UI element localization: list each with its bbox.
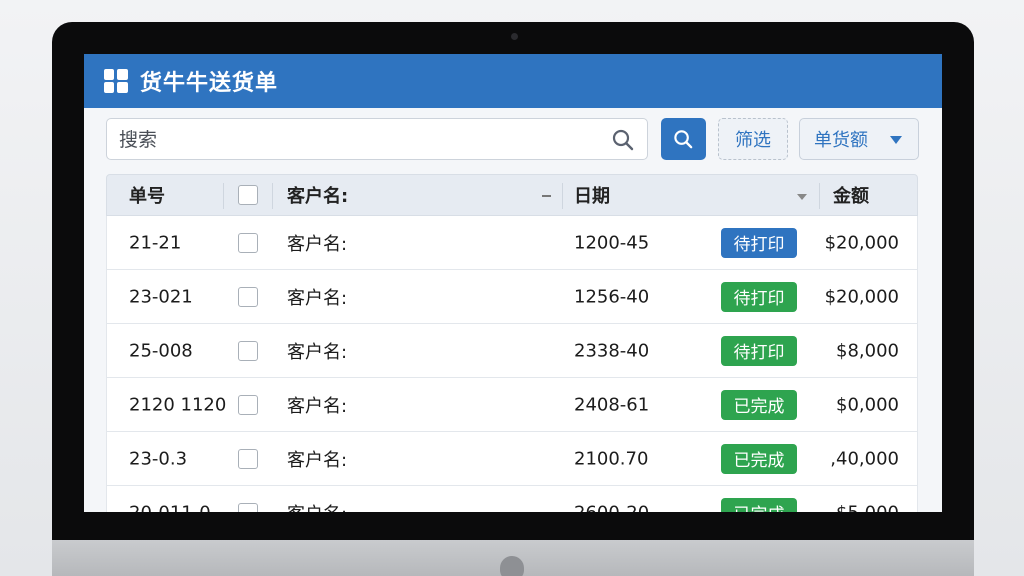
column-divider (562, 183, 563, 209)
header-date[interactable]: 日期 (574, 182, 610, 208)
amount-select-label: 单货额 (814, 130, 868, 151)
customer-name: 客户名: (287, 341, 348, 363)
order-date: 1256-40 (574, 286, 650, 307)
customer-name: 客户名: (287, 287, 348, 309)
row-checkbox[interactable] (238, 448, 258, 469)
orders-table: 单号 客户名: 日期 金额 21-21 客户名: 1200-45 待打印 $20… (106, 174, 918, 512)
order-amount: $5,000 (836, 502, 899, 512)
row-checkbox[interactable] (238, 340, 258, 361)
apple-logo-icon (500, 556, 524, 576)
search-box[interactable] (106, 118, 648, 160)
table-row[interactable]: 21-21 客户名: 1200-45 待打印 $20,000 (106, 216, 918, 270)
row-checkbox[interactable] (238, 394, 258, 415)
order-amount: $8,000 (836, 340, 899, 361)
select-all-checkbox[interactable] (238, 185, 258, 205)
row-checkbox[interactable] (238, 286, 258, 307)
status-badge: 已完成 (721, 389, 797, 420)
column-divider (272, 183, 273, 209)
customer-name: 客户名: (287, 449, 348, 471)
order-date: 1200-45 (574, 232, 650, 253)
order-id: 23-0.3 (129, 448, 188, 469)
customer-name: 客户名: (287, 500, 347, 513)
toolbar: 筛选 单货额 (106, 118, 920, 162)
app-logo-icon (104, 69, 128, 93)
chevron-down-icon[interactable] (797, 194, 807, 200)
status-badge: 待打印 (721, 335, 797, 366)
order-id: 25-008 (129, 340, 193, 361)
filter-button[interactable]: 筛选 (718, 118, 788, 160)
app-title: 货牛牛送货单 (140, 71, 279, 96)
order-id: 2120 1120 (129, 394, 227, 415)
order-date: 2600-20 (574, 502, 649, 512)
header-customer[interactable]: 客户名: (287, 182, 348, 208)
table-row[interactable]: 2120 1120 客户名: 2408-61 已完成 $0,000 (106, 378, 918, 432)
order-id: 23-021 (129, 286, 193, 307)
status-badge: 已完成 (721, 497, 797, 512)
table-row[interactable]: 25-008 客户名: 2338-40 待打印 $8,000 (106, 324, 918, 378)
table-row[interactable]: 23-021 客户名: 1256-40 待打印 $20,000 (106, 270, 918, 324)
customer-name: 客户名: (287, 395, 348, 417)
camera-icon (511, 33, 518, 40)
search-button[interactable] (661, 118, 706, 160)
header-id[interactable]: 单号 (129, 182, 165, 208)
order-date: 2338-40 (574, 340, 650, 361)
status-badge: 待打印 (721, 227, 797, 258)
row-checkbox[interactable] (238, 232, 258, 253)
row-checkbox[interactable] (238, 502, 258, 512)
sort-icon[interactable] (542, 195, 551, 197)
table-row[interactable]: 20-011-0 客户名: 2600-20 已完成 $5,000 (106, 486, 918, 512)
header-amount[interactable]: 金额 (833, 182, 869, 208)
order-id: 21-21 (129, 232, 182, 253)
table-header: 单号 客户名: 日期 金额 (106, 174, 918, 216)
order-amount: $20,000 (824, 286, 899, 307)
table-row[interactable]: 23-0.3 客户名: 2100.70 已完成 ,40,000 (106, 432, 918, 486)
title-bar: 货牛牛送货单 (84, 54, 942, 108)
search-icon (674, 130, 693, 149)
status-badge: 已完成 (721, 443, 797, 474)
column-divider (223, 183, 224, 209)
column-divider (819, 183, 820, 209)
order-date: 2408-61 (574, 394, 650, 415)
search-icon[interactable] (611, 128, 635, 152)
search-input[interactable] (119, 125, 599, 155)
order-amount: $0,000 (836, 394, 899, 415)
status-badge: 待打印 (721, 281, 797, 312)
app-window: 货牛牛送货单 筛选 单货额 单号 客户名: (84, 54, 942, 512)
order-amount: $20,000 (824, 232, 899, 253)
order-date: 2100.70 (574, 448, 649, 469)
order-id: 20-011-0 (129, 502, 211, 512)
order-amount: ,40,000 (830, 448, 899, 469)
chevron-down-icon (890, 136, 902, 144)
amount-select[interactable]: 单货额 (799, 118, 919, 160)
customer-name: 客户名: (287, 233, 348, 255)
